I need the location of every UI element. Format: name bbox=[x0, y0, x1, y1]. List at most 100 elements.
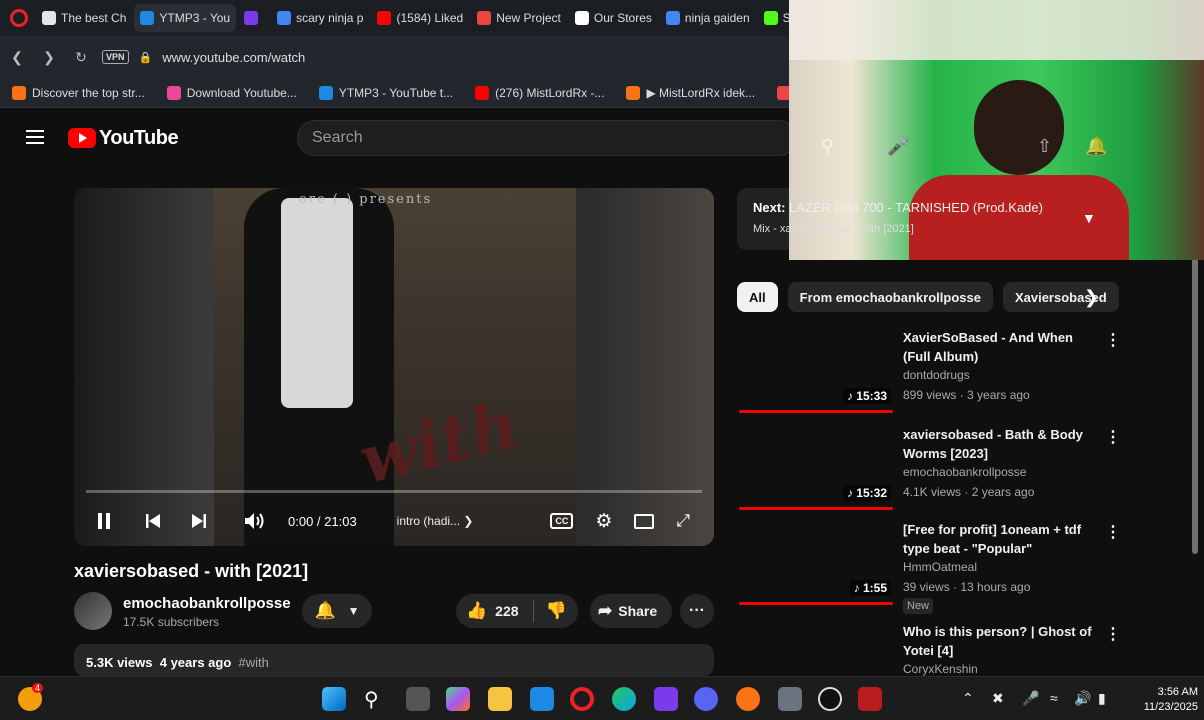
url-field[interactable]: www.youtube.com/watch bbox=[162, 50, 305, 65]
next-icon[interactable] bbox=[190, 512, 208, 530]
recommended-title[interactable]: [Free for profit] 1oneam + tdf type beat… bbox=[903, 520, 1099, 558]
tab-label: New Project bbox=[496, 11, 561, 25]
fullscreen-icon[interactable]: ⤢ bbox=[676, 511, 690, 531]
browser-tab[interactable]: YTMP3 - You bbox=[134, 4, 237, 32]
bookmark-item[interactable]: Download Youtube... bbox=[166, 85, 297, 100]
tray-app-icon[interactable]: ✖ bbox=[992, 690, 1004, 707]
filter-chip[interactable]: All bbox=[737, 282, 778, 312]
outlook-icon[interactable] bbox=[530, 687, 554, 711]
tab-label: Our Stores bbox=[593, 11, 652, 25]
clock[interactable]: 3:56 AM 11/23/2025 bbox=[1128, 685, 1198, 715]
recommended-channel[interactable]: dontdodrugs bbox=[903, 368, 970, 382]
browser-tab[interactable]: New Project bbox=[471, 4, 567, 32]
bookmark-favicon-icon bbox=[475, 85, 490, 100]
webcam-upload-icon: ⇧ bbox=[1037, 136, 1053, 156]
clock-date: 11/23/2025 bbox=[1143, 701, 1198, 713]
previous-icon[interactable] bbox=[144, 512, 162, 530]
search-input[interactable]: Search bbox=[297, 120, 797, 156]
video-thumbnail[interactable]: ♪ 15:32 bbox=[739, 425, 893, 509]
description-box[interactable]: 5.3K views 4 years ago #with bbox=[74, 644, 714, 676]
pause-icon[interactable] bbox=[96, 512, 112, 530]
filter-chip[interactable]: From emochaobankrollposse bbox=[787, 282, 993, 312]
like-button[interactable]: 👍 228 👎 bbox=[456, 594, 578, 628]
copilot-icon[interactable] bbox=[446, 687, 470, 711]
up-next-chevron-icon[interactable]: ▼ bbox=[1082, 210, 1096, 226]
recommended-meta: 899 views · 3 years ago bbox=[903, 388, 1030, 402]
browser-tab[interactable]: scary ninja p bbox=[271, 4, 369, 32]
miniplayer-icon[interactable] bbox=[634, 513, 655, 529]
video-thumbnail[interactable]: ♪ 1:55 bbox=[739, 520, 893, 604]
recommended-video[interactable]: ♪ 15:33 XavierSoBased - And When (Full Al… bbox=[737, 328, 1127, 418]
obs-icon[interactable] bbox=[818, 687, 842, 711]
volume-icon[interactable] bbox=[244, 512, 266, 530]
settings-gear-icon[interactable]: ⚙ bbox=[595, 510, 612, 533]
wifi-icon[interactable]: ≈ bbox=[1050, 690, 1058, 706]
discord-icon[interactable] bbox=[694, 687, 718, 711]
opera-logo-icon[interactable] bbox=[10, 9, 28, 27]
recommended-video[interactable]: ♪ 15:32 xaviersobased - Bath & Body Worms… bbox=[737, 425, 1127, 515]
task-view-icon[interactable] bbox=[406, 687, 430, 711]
youtube-logo-text[interactable]: YouTube bbox=[99, 127, 179, 150]
bookmark-item[interactable]: ▶ MistLordRx idek... bbox=[626, 85, 755, 100]
browser-tab[interactable] bbox=[238, 4, 269, 32]
bookmark-item[interactable]: (276) MistLordRx -... bbox=[475, 85, 604, 100]
filter-chip[interactable]: Xaviersobased bbox=[1002, 282, 1119, 312]
bookmark-favicon-icon bbox=[626, 85, 641, 100]
browser-tab[interactable]: Our Stores bbox=[569, 4, 658, 32]
tray-chevron-up-icon[interactable]: ⌃ bbox=[962, 690, 974, 707]
vpn-badge[interactable]: VPN bbox=[102, 50, 129, 64]
recording-app-icon[interactable] bbox=[858, 687, 882, 711]
filter-chips: All From emochaobankrollposse Xaviersobase… bbox=[737, 281, 1119, 313]
recommended-title[interactable]: XavierSoBased - And When (Full Album) bbox=[903, 328, 1099, 366]
subscribed-button[interactable]: 🔔 ▼ bbox=[302, 594, 372, 628]
hamburger-menu-icon[interactable] bbox=[26, 130, 44, 144]
channel-name[interactable]: emochaobankrollposse bbox=[123, 595, 291, 612]
kebab-menu-icon[interactable]: ⋮ bbox=[1105, 624, 1121, 644]
share-button[interactable]: ➦ Share bbox=[590, 594, 672, 628]
recommended-video[interactable]: ♪ 1:55 [Free for profit] 1oneam + tdf typ… bbox=[737, 520, 1127, 614]
share-arrow-icon: ➦ bbox=[598, 601, 613, 620]
bookmark-item[interactable]: Discover the top str... bbox=[12, 85, 145, 100]
forward-icon[interactable]: ❯ bbox=[38, 46, 60, 68]
kebab-menu-icon[interactable]: ⋮ bbox=[1105, 427, 1121, 447]
reload-icon[interactable]: ↻ bbox=[70, 46, 92, 68]
tab-favicon-icon bbox=[42, 11, 56, 25]
file-explorer-icon[interactable] bbox=[488, 687, 512, 711]
taskbar-search-icon[interactable]: ⚲ bbox=[364, 687, 388, 711]
edge-icon[interactable] bbox=[612, 687, 636, 711]
browser-tab[interactable]: The best Ch bbox=[36, 4, 132, 32]
video-editor-icon[interactable] bbox=[654, 687, 678, 711]
recommended-title[interactable]: xaviersobased - Bath & Body Worms [2023] bbox=[903, 425, 1099, 463]
video-player[interactable]: ore ( ) presents with 0:00 / 21:03 intro… bbox=[74, 188, 714, 546]
battery-icon[interactable]: ▮ bbox=[1098, 690, 1106, 707]
hashtag[interactable]: #with bbox=[239, 655, 269, 670]
progress-bar[interactable] bbox=[86, 490, 702, 493]
bookmark-label: YTMP3 - YouTube t... bbox=[338, 85, 454, 100]
browser-tab[interactable]: ninja gaiden bbox=[660, 4, 756, 32]
microphone-icon[interactable]: 🎤 bbox=[1022, 690, 1039, 707]
thumbs-down-icon[interactable]: 👎 bbox=[546, 601, 567, 621]
bookmark-item[interactable]: YTMP3 - YouTube t... bbox=[318, 85, 454, 100]
video-thumbnail[interactable]: ♪ 15:33 bbox=[739, 328, 893, 412]
chips-next-arrow-icon[interactable]: ❯ bbox=[1084, 287, 1099, 308]
chapter-label[interactable]: intro (hadi... ❯ bbox=[397, 514, 474, 528]
watch-progress-bar bbox=[739, 602, 893, 605]
browser-tab[interactable]: (1584) Liked bbox=[371, 4, 469, 32]
speaker-icon[interactable]: 🔊 bbox=[1074, 690, 1091, 707]
opera-taskbar-icon[interactable] bbox=[570, 687, 594, 711]
captions-icon[interactable]: CC bbox=[550, 513, 574, 529]
recommended-channel[interactable]: HmmOatmeal bbox=[903, 560, 977, 574]
windows-start-icon[interactable] bbox=[322, 687, 346, 711]
more-actions-button[interactable]: ··· bbox=[680, 594, 714, 628]
recommended-channel[interactable]: CoryxKenshin bbox=[903, 662, 978, 676]
webcam-shirt bbox=[909, 175, 1129, 260]
recommended-channel[interactable]: emochaobankrollposse bbox=[903, 465, 1026, 479]
back-icon[interactable]: ❮ bbox=[6, 46, 28, 68]
kebab-menu-icon[interactable]: ⋮ bbox=[1105, 330, 1121, 350]
youtube-logo-icon[interactable] bbox=[68, 128, 96, 148]
camera-icon[interactable] bbox=[778, 687, 802, 711]
recommended-title[interactable]: Who is this person? | Ghost of Yotei [4] bbox=[903, 622, 1099, 660]
game-app-icon[interactable] bbox=[736, 687, 760, 711]
channel-avatar[interactable] bbox=[74, 592, 112, 630]
kebab-menu-icon[interactable]: ⋮ bbox=[1105, 522, 1121, 542]
